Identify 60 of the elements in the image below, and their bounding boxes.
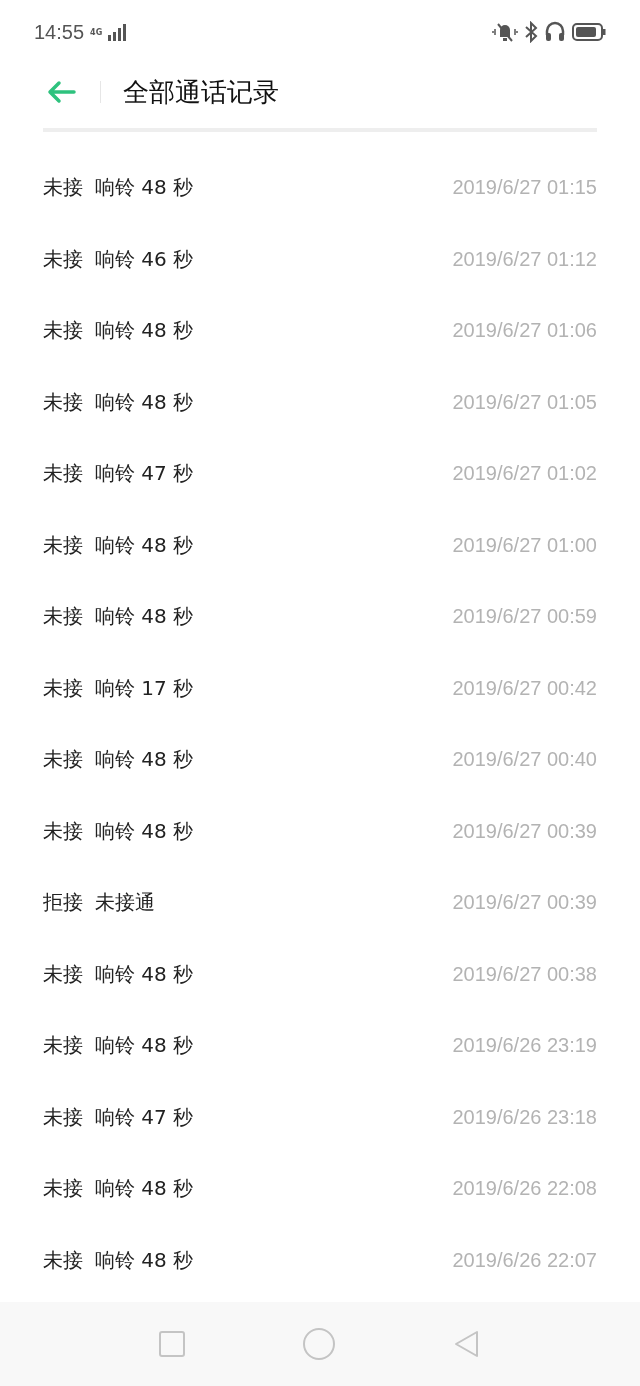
call-status: 未接 xyxy=(43,1103,83,1131)
bluetooth-icon xyxy=(524,21,538,43)
call-time: 2019/6/26 23:19 xyxy=(452,1034,597,1058)
home-icon[interactable] xyxy=(303,1328,335,1360)
call-time: 2019/6/27 00:38 xyxy=(452,962,597,986)
call-time: 2019/6/27 01:05 xyxy=(452,390,597,414)
call-status: 未接 xyxy=(43,674,83,702)
call-time: 2019/6/27 01:06 xyxy=(452,319,597,343)
network-type: 4G xyxy=(90,27,103,37)
call-detail: 响铃 48 秒 xyxy=(95,960,194,988)
call-detail: 响铃 48 秒 xyxy=(95,817,194,845)
call-status: 未接 xyxy=(43,960,83,988)
call-detail: 响铃 48 秒 xyxy=(95,1246,194,1274)
call-detail: 响铃 48 秒 xyxy=(95,174,194,202)
call-time: 2019/6/26 22:07 xyxy=(452,1248,597,1272)
call-status: 未接 xyxy=(43,460,83,488)
call-detail: 响铃 48 秒 xyxy=(95,603,194,631)
call-status: 未接 xyxy=(43,817,83,845)
call-time: 2019/6/27 01:00 xyxy=(452,533,597,557)
recent-apps-icon[interactable] xyxy=(159,1331,185,1357)
call-time: 2019/6/27 00:39 xyxy=(452,891,597,915)
call-time: 2019/6/27 00:39 xyxy=(452,819,597,843)
call-detail: 响铃 48 秒 xyxy=(95,531,194,559)
battery-icon xyxy=(572,23,606,41)
call-detail: 响铃 48 秒 xyxy=(95,388,194,416)
call-detail: 响铃 48 秒 xyxy=(95,746,194,774)
call-detail: 响铃 48 秒 xyxy=(95,317,194,345)
call-time: 2019/6/27 00:59 xyxy=(452,605,597,629)
call-status: 拒接 xyxy=(43,889,83,917)
call-detail: 响铃 46 秒 xyxy=(95,245,194,273)
call-status: 未接 xyxy=(43,245,83,273)
call-detail: 响铃 47 秒 xyxy=(95,460,194,488)
call-time: 2019/6/26 22:08 xyxy=(452,1177,597,1201)
call-time: 2019/6/27 01:15 xyxy=(452,176,597,200)
call-status: 未接 xyxy=(43,317,83,345)
signal-icon xyxy=(108,23,127,41)
call-time: 2019/6/27 01:02 xyxy=(452,462,597,486)
call-time: 2019/6/27 00:40 xyxy=(452,748,597,772)
call-status: 未接 xyxy=(43,603,83,631)
call-time: 2019/6/27 01:12 xyxy=(452,247,597,271)
call-detail: 响铃 17 秒 xyxy=(95,674,194,702)
call-status: 未接 xyxy=(43,531,83,559)
call-status: 未接 xyxy=(43,1175,83,1203)
clock-time: 14:55 xyxy=(34,20,85,44)
call-status: 未接 xyxy=(43,1246,83,1274)
call-time: 2019/6/26 23:18 xyxy=(452,1105,597,1129)
call-status: 未接 xyxy=(43,174,83,202)
call-detail: 响铃 47 秒 xyxy=(95,1103,194,1131)
call-status: 未接 xyxy=(43,746,83,774)
vibrate-mute-icon xyxy=(492,21,518,43)
call-status: 未接 xyxy=(43,388,83,416)
page-title: 全部通话记录 xyxy=(123,75,279,109)
back-arrow-icon[interactable] xyxy=(46,80,76,104)
call-time: 2019/6/27 00:42 xyxy=(452,676,597,700)
call-detail: 响铃 48 秒 xyxy=(95,1175,194,1203)
headphones-icon xyxy=(544,21,566,43)
back-icon[interactable] xyxy=(453,1330,481,1358)
call-status: 未接 xyxy=(43,1032,83,1060)
call-detail: 未接通 xyxy=(95,889,155,917)
call-detail: 响铃 48 秒 xyxy=(95,1032,194,1060)
